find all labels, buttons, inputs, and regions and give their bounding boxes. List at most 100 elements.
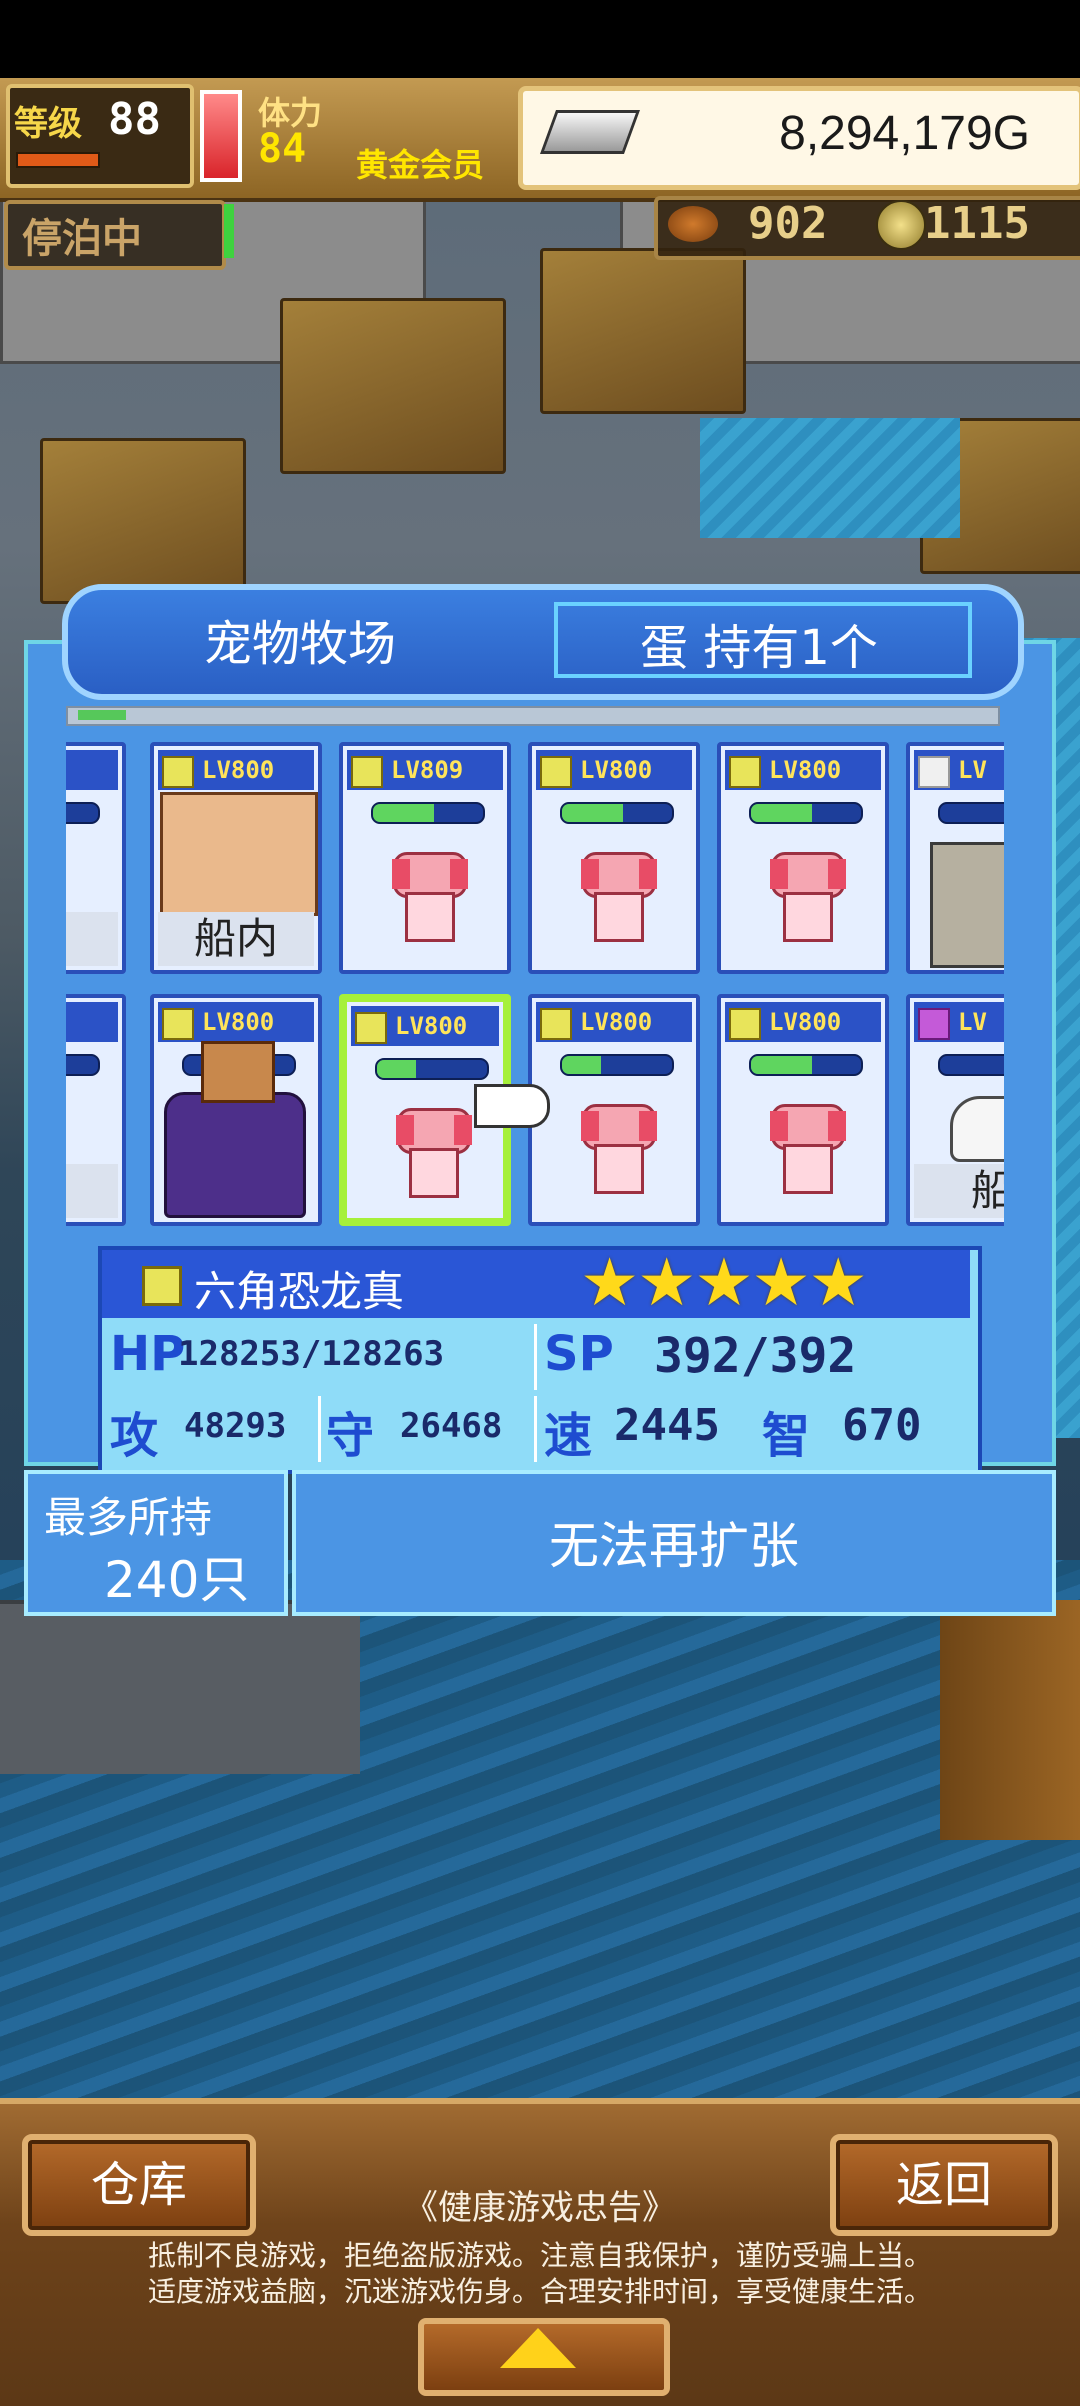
intelligence-value: 670 bbox=[842, 1400, 922, 1451]
pet-card[interactable]: LV800 bbox=[150, 994, 322, 1226]
axolotl-pet-sprite bbox=[761, 1098, 849, 1194]
speed-value: 2445 bbox=[614, 1400, 720, 1451]
sp-label: SP bbox=[544, 1326, 614, 1382]
element-gem-icon bbox=[729, 756, 761, 788]
axolotl-pet-sprite bbox=[761, 846, 849, 942]
egg-count-label: 蛋 持有1个 bbox=[640, 620, 878, 676]
food-icon bbox=[668, 206, 718, 242]
golem-pet-sprite bbox=[930, 842, 1004, 968]
axolotl-pet-sprite bbox=[387, 1102, 475, 1198]
pet-card[interactable]: 112 内 bbox=[66, 994, 126, 1226]
element-gem-icon bbox=[142, 1266, 182, 1306]
moored-label: 停泊中 bbox=[22, 216, 142, 262]
silver-ingot-icon bbox=[539, 110, 641, 154]
intelligence-label: 智 bbox=[762, 1408, 811, 1464]
pet-location-label: 船 bbox=[914, 1164, 1004, 1218]
gold-value: 8,294,179G bbox=[779, 107, 1030, 160]
element-gem-icon bbox=[351, 756, 383, 788]
pet-card[interactable]: LV800 bbox=[528, 742, 700, 974]
expand-label: 无法再扩张 bbox=[549, 1517, 799, 1575]
pet-location-label: 船内 bbox=[158, 912, 314, 966]
medal-value: 1115 bbox=[924, 198, 1030, 249]
pet-level-text: LV800 bbox=[202, 1008, 275, 1036]
pet-level: LV bbox=[914, 1002, 1004, 1042]
house-roof bbox=[280, 298, 506, 474]
panel-title: 宠物牧场 bbox=[203, 616, 396, 672]
medal-icon bbox=[876, 200, 926, 250]
stat-row-hp-sp: HP 128253/128263 SP 392/392 bbox=[102, 1322, 970, 1392]
divider bbox=[534, 1324, 537, 1390]
defense-label: 守 bbox=[326, 1408, 375, 1464]
pet-grid: 800内LV800船内LV809LV800LV800LV112内LV800LV8… bbox=[66, 740, 1004, 1234]
pet-level-text: LV800 bbox=[580, 1008, 653, 1036]
exp-bar bbox=[16, 152, 100, 168]
divider bbox=[318, 1396, 321, 1462]
pet-location-label: 内 bbox=[66, 1164, 118, 1218]
element-gem-icon bbox=[162, 756, 194, 788]
pet-level-text: LV800 bbox=[202, 756, 275, 784]
axolotl-pet-sprite bbox=[383, 846, 471, 942]
status-indicator bbox=[224, 204, 234, 258]
pet-card[interactable]: LV bbox=[906, 742, 1004, 974]
pet-hp-bar bbox=[371, 802, 485, 824]
capacity-value: 240只 bbox=[104, 1551, 250, 1609]
element-gem-icon bbox=[540, 1008, 572, 1040]
pet-level-text: LV bbox=[958, 756, 987, 784]
pet-hp-bar bbox=[560, 802, 674, 824]
pet-card[interactable]: LV800 bbox=[717, 994, 889, 1226]
pet-hp-bar bbox=[938, 802, 1004, 824]
pet-level: LV809 bbox=[347, 750, 503, 790]
level-label: 等级 bbox=[14, 104, 82, 144]
purple-brute-pet-sprite bbox=[164, 1041, 306, 1218]
stone-dock bbox=[0, 1600, 360, 1774]
divider bbox=[534, 1396, 537, 1462]
element-gem-icon bbox=[540, 756, 572, 788]
pet-level-text: LV809 bbox=[391, 756, 464, 784]
level-value: 88 bbox=[108, 94, 161, 145]
pet-name: 六角恐龙真 bbox=[194, 1267, 405, 1316]
pet-card[interactable]: 800 内 bbox=[66, 742, 126, 974]
ship-hull bbox=[940, 1600, 1080, 1840]
element-gem-icon bbox=[355, 1012, 387, 1044]
pet-card[interactable]: LV800 船内 bbox=[150, 742, 322, 974]
food-value: 902 bbox=[748, 198, 828, 249]
attack-value: 48293 bbox=[184, 1406, 287, 1446]
pet-card[interactable]: LV800 bbox=[528, 994, 700, 1226]
pet-level-text: LV800 bbox=[769, 1008, 842, 1036]
sp-value: 392/392 bbox=[654, 1328, 857, 1384]
health-notice-line: 抵制不良游戏，拒绝盗版游戏。注意自我保护，谨防受骗上当。 bbox=[147, 2239, 932, 2272]
speed-label: 速 bbox=[544, 1408, 593, 1464]
hp-label: HP bbox=[110, 1326, 186, 1382]
stamina-bar bbox=[200, 90, 242, 182]
up-arrow-icon bbox=[500, 2328, 576, 2368]
scroll-thumb[interactable] bbox=[78, 710, 126, 720]
star-rating: ★★★★★ bbox=[580, 1244, 868, 1321]
pet-card[interactable]: LV809 bbox=[339, 742, 511, 974]
cat-pet-sprite bbox=[950, 1096, 1004, 1162]
stamina-value: 84 bbox=[258, 126, 307, 172]
pet-level-text: LV800 bbox=[395, 1012, 468, 1040]
scroll-track[interactable] bbox=[66, 706, 1000, 726]
pet-hp-bar bbox=[749, 1054, 863, 1076]
pet-hp-bar bbox=[749, 802, 863, 824]
axolotl-pet-sprite bbox=[572, 1098, 660, 1194]
stat-row-combat: 攻 48293 守 26468 速 2445 智 670 bbox=[102, 1394, 970, 1464]
pet-level: LV bbox=[914, 750, 1004, 790]
pet-level: LV800 bbox=[351, 1006, 499, 1046]
health-notice-title: 《健康游戏忠告》 bbox=[404, 2188, 676, 2228]
axolotl-pet-sprite bbox=[572, 846, 660, 942]
pet-hp-bar bbox=[938, 1054, 1004, 1076]
pet-card[interactable]: LV 船 bbox=[906, 994, 1004, 1226]
house-roof bbox=[540, 248, 746, 414]
pet-location-label: 内 bbox=[66, 912, 118, 966]
pet-card[interactable]: LV800 bbox=[717, 742, 889, 974]
pet-hp-bar bbox=[375, 1058, 489, 1080]
element-gem-icon bbox=[918, 756, 950, 788]
attack-label: 攻 bbox=[110, 1408, 159, 1464]
hp-value: 128253/128263 bbox=[178, 1334, 445, 1374]
status-bar bbox=[0, 0, 1080, 78]
defense-value: 26468 bbox=[400, 1406, 503, 1446]
pet-hp-bar bbox=[66, 802, 100, 824]
pet-level: LV800 bbox=[725, 750, 881, 790]
pet-level-text: LV bbox=[958, 1008, 987, 1036]
